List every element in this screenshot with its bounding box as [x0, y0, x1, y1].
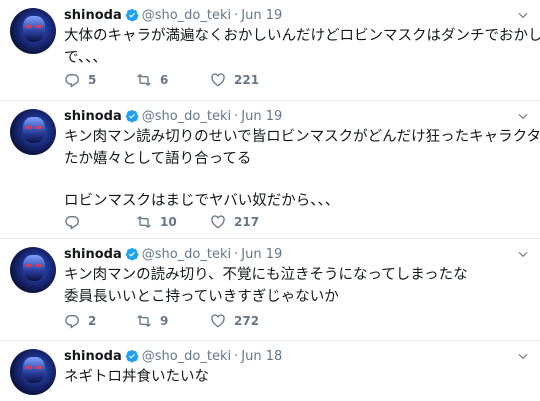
- retweet-icon: [137, 216, 151, 228]
- tweet-text: キン肉マンの読み切り、不覚にも泣きそうになってしまったな 委員長いいとこ持ってい…: [64, 264, 530, 308]
- like-count: 217: [234, 215, 260, 229]
- avatar[interactable]: [10, 109, 56, 155]
- tweet-actions: 10 217: [64, 214, 290, 230]
- tweet-text-line: キン肉マンの読み切り、不覚にも泣きそうになってしまったな: [64, 267, 468, 283]
- retweet-icon: [137, 74, 151, 86]
- reply-icon: [65, 315, 79, 329]
- tweet-text-line: [64, 170, 530, 190]
- retweet-count: 6: [160, 73, 169, 87]
- tweet-date[interactable]: Jun 19: [241, 247, 282, 262]
- heart-icon: [211, 215, 225, 229]
- verified-badge-icon: [125, 109, 139, 123]
- like-button[interactable]: 221: [210, 72, 290, 88]
- display-name[interactable]: shinoda: [64, 349, 122, 364]
- reply-button[interactable]: 2: [64, 313, 136, 329]
- like-count: 272: [234, 314, 260, 328]
- retweet-button[interactable]: 6: [136, 72, 210, 88]
- retweet-count: 10: [160, 215, 177, 229]
- tweet-text: 大体のキャラが満遍なくおかしいんだけどロビンマスクはダンチでおかしいの で、、、: [64, 25, 540, 69]
- tweet-text-line: 委員長いいとこ持っていきすぎじゃないか: [64, 289, 339, 305]
- tweet[interactable]: shinoda @sho_do_teki · Jun 18 ネギトロ丼食いたいな: [0, 341, 540, 401]
- avatar[interactable]: [10, 8, 56, 54]
- tweet-text: ネギトロ丼食いたいな: [64, 366, 530, 388]
- tweet-date[interactable]: Jun 18: [241, 349, 282, 364]
- tweet-header: shinoda @sho_do_teki · Jun 18: [64, 347, 282, 365]
- retweet-button[interactable]: 10: [136, 214, 210, 230]
- reply-button[interactable]: 5: [64, 72, 136, 88]
- tweet-date[interactable]: Jun 19: [241, 109, 282, 124]
- tweet-feed: shinoda @sho_do_teki · Jun 19 大体のキャラが満遍な…: [0, 0, 540, 401]
- tweet-text-line: キン肉マン読み切りのせいで皆ロビンマスクがどんだけ狂ったキャラクターだっ: [64, 129, 540, 145]
- heart-icon: [211, 73, 225, 87]
- tweet-date[interactable]: Jun 19: [241, 8, 282, 23]
- reply-count: 5: [88, 73, 97, 87]
- verified-badge-icon: [125, 247, 139, 261]
- user-handle[interactable]: @sho_do_teki: [142, 247, 231, 262]
- tweet-text-line: ネギトロ丼食いたいな: [64, 369, 209, 385]
- tweet-text-line: で、、、: [64, 50, 107, 66]
- avatar[interactable]: [10, 247, 56, 293]
- display-name[interactable]: shinoda: [64, 247, 122, 262]
- chevron-down-icon[interactable]: [516, 109, 530, 123]
- user-handle[interactable]: @sho_do_teki: [142, 349, 231, 364]
- separator-dot: ·: [234, 7, 239, 23]
- tweet-header: shinoda @sho_do_teki · Jun 19: [64, 245, 282, 263]
- tweet-actions: 5 6 221: [64, 72, 290, 88]
- separator-dot: ·: [234, 246, 239, 262]
- retweet-icon: [137, 315, 151, 327]
- tweet[interactable]: shinoda @sho_do_teki · Jun 19 キン肉マンの読み切り…: [0, 239, 540, 341]
- tweet[interactable]: shinoda @sho_do_teki · Jun 19 大体のキャラが満遍な…: [0, 0, 540, 101]
- separator-dot: ·: [234, 108, 239, 124]
- reply-count: 2: [88, 314, 97, 328]
- like-button[interactable]: 272: [210, 313, 290, 329]
- tweet-text: キン肉マン読み切りのせいで皆ロビンマスクがどんだけ狂ったキャラクターだっ たか嬉…: [64, 126, 540, 212]
- reply-button[interactable]: [64, 214, 136, 230]
- verified-badge-icon: [125, 8, 139, 22]
- tweet-text-line: 大体のキャラが満遍なくおかしいんだけどロビンマスクはダンチでおかしいの: [64, 28, 540, 44]
- heart-icon: [211, 314, 225, 328]
- reply-icon: [65, 74, 79, 88]
- chevron-down-icon[interactable]: [516, 8, 530, 22]
- retweet-button[interactable]: 9: [136, 313, 210, 329]
- tweet-text-line: ロビンマスクはまじでヤバい奴だから、、、: [64, 193, 340, 209]
- separator-dot: ·: [234, 348, 239, 364]
- tweet-header: shinoda @sho_do_teki · Jun 19: [64, 107, 282, 125]
- user-handle[interactable]: @sho_do_teki: [142, 8, 231, 23]
- chevron-down-icon[interactable]: [516, 349, 530, 363]
- chevron-down-icon[interactable]: [516, 247, 530, 261]
- retweet-count: 9: [160, 314, 169, 328]
- like-button[interactable]: 217: [210, 214, 290, 230]
- like-count: 221: [234, 73, 260, 87]
- tweet-header: shinoda @sho_do_teki · Jun 19: [64, 6, 282, 24]
- reply-icon: [65, 216, 79, 230]
- verified-badge-icon: [125, 349, 139, 363]
- tweet[interactable]: shinoda @sho_do_teki · Jun 19 キン肉マン読み切りの…: [0, 101, 540, 239]
- tweet-text-line: たか嬉々として語り合ってる: [64, 151, 252, 167]
- tweet-actions: 2 9 272: [64, 313, 290, 329]
- display-name[interactable]: shinoda: [64, 8, 122, 23]
- display-name[interactable]: shinoda: [64, 109, 122, 124]
- user-handle[interactable]: @sho_do_teki: [142, 109, 231, 124]
- avatar[interactable]: [10, 349, 56, 395]
